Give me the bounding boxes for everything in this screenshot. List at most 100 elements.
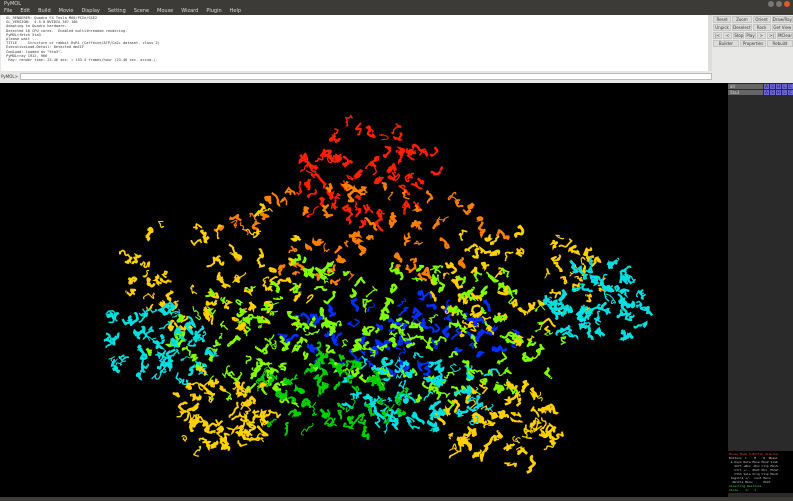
object-L-button[interactable]: L (782, 84, 787, 89)
helix-segment (267, 418, 278, 428)
helix-segment (543, 366, 553, 379)
helix-segment (271, 339, 277, 350)
object-row-all[interactable]: all A S H L C (728, 84, 793, 89)
menu-setting[interactable]: Setting (108, 8, 126, 15)
button-row3-4[interactable]: > (756, 32, 766, 39)
log-line: Ray: render time: 23.46 sec. = 153.4 fra… (4, 58, 158, 63)
helix-segment (262, 284, 273, 292)
menu-file[interactable]: File (4, 8, 12, 15)
helix-segment (146, 277, 156, 288)
3d-viewer[interactable] (0, 83, 728, 497)
getview-button[interactable]: Get View (771, 24, 793, 31)
helix-segment (381, 410, 388, 418)
log-scrollbar[interactable] (708, 15, 712, 71)
helix-segment (165, 290, 174, 303)
helix-segment (586, 326, 594, 340)
rock-button[interactable]: Rock (752, 24, 771, 31)
object-A-button[interactable]: A (764, 90, 769, 95)
object-A-button[interactable]: A (764, 84, 769, 89)
button-row3-3[interactable]: Play (745, 32, 756, 39)
helix-segment (433, 388, 442, 401)
helix-segment (341, 339, 349, 348)
helix-segment (309, 345, 318, 354)
object-C-button[interactable]: C (788, 84, 793, 89)
object-C-button[interactable]: C (788, 90, 793, 95)
menu-help[interactable]: Help (230, 8, 241, 15)
menu-edit[interactable]: Edit (20, 8, 30, 15)
command-input[interactable] (19, 73, 712, 80)
object-H-button[interactable]: H (776, 84, 781, 89)
helix-segment (585, 266, 594, 274)
button-row3-1[interactable]: < (723, 32, 733, 39)
helix-segment (428, 314, 439, 324)
button-row3-5[interactable]: >| (766, 32, 777, 39)
object-S-button[interactable]: S (770, 84, 775, 89)
button-row3-6[interactable]: MClear (777, 32, 793, 39)
menu-plugin[interactable]: Plugin (206, 8, 221, 15)
helix-segment (304, 364, 316, 375)
helix-segment (381, 181, 388, 191)
helix-segment (389, 323, 400, 329)
menu-movie[interactable]: Movie (59, 8, 74, 15)
helix-segment (193, 393, 202, 401)
object-row-5ta3[interactable]: 5ta3 A S H L C (728, 90, 793, 95)
menu-display[interactable]: Display (81, 8, 99, 15)
helix-segment (243, 326, 252, 337)
object-L-button[interactable]: L (782, 90, 787, 95)
output-log: GL_RENDERER: Quadro FX Tesla M60/PCIe/SS… (1, 15, 708, 71)
helix-segment (437, 281, 446, 294)
reset-button[interactable]: Reset (713, 16, 732, 23)
drawray-button[interactable]: Draw/Ray (771, 16, 793, 23)
object-S-button[interactable]: S (770, 90, 775, 95)
menu-wizard[interactable]: Wizard (181, 8, 198, 15)
helix-segment (354, 201, 358, 211)
helix-segment (177, 401, 188, 413)
helix-segment (125, 288, 137, 297)
object-name[interactable]: all (728, 84, 763, 89)
helix-segment (345, 114, 353, 127)
helix-segment (393, 252, 403, 264)
helix-segment (396, 298, 407, 307)
helix-segment (378, 133, 389, 141)
minimize-icon[interactable] (768, 1, 774, 7)
helix-segment (567, 244, 581, 256)
zoom-button[interactable]: Zoom (732, 16, 752, 23)
helix-segment (485, 330, 493, 336)
maximize-icon[interactable] (776, 1, 782, 7)
unpick-button[interactable]: Unpick (713, 24, 732, 31)
object-H-button[interactable]: H (776, 90, 781, 95)
helix-segment (131, 252, 142, 265)
close-icon[interactable] (784, 1, 790, 7)
helix-segment (337, 409, 343, 420)
helix-segment (269, 310, 279, 316)
helix-segment (242, 399, 251, 407)
helix-segment (277, 362, 287, 372)
helix-segment (342, 155, 349, 164)
helix-segment (304, 328, 320, 336)
helix-segment (426, 190, 434, 204)
button-row4-1[interactable]: Properties (740, 40, 766, 47)
helix-segment (606, 259, 614, 269)
menu-build[interactable]: Build (38, 8, 51, 15)
helix-segment (537, 299, 545, 306)
orient-button[interactable]: Orient (752, 16, 771, 23)
menu-mouse[interactable]: Mouse (157, 8, 173, 15)
helix-segment (596, 301, 607, 312)
deselect-button[interactable]: Deselect (732, 24, 752, 31)
button-row4-2[interactable]: Rebuild (767, 40, 793, 47)
helix-segment (458, 229, 468, 241)
helix-segment (353, 276, 366, 287)
helix-segment (444, 405, 451, 417)
helix-segment (388, 330, 398, 338)
helix-segment (174, 326, 182, 338)
mouse-mode-panel: Mouse Mode 3-Button Viewing Buttons L M R… (728, 451, 793, 493)
menu-scene[interactable]: Scene (134, 8, 149, 15)
object-name[interactable]: 5ta3 (728, 90, 763, 95)
helix-segment (219, 385, 227, 392)
button-row3-2[interactable]: Stop (733, 32, 745, 39)
helix-segment (145, 347, 153, 357)
helix-segment (218, 332, 223, 340)
button-row3-0[interactable]: |< (713, 32, 723, 39)
button-row4-0[interactable]: Builder (713, 40, 739, 47)
helix-segment (477, 328, 486, 341)
